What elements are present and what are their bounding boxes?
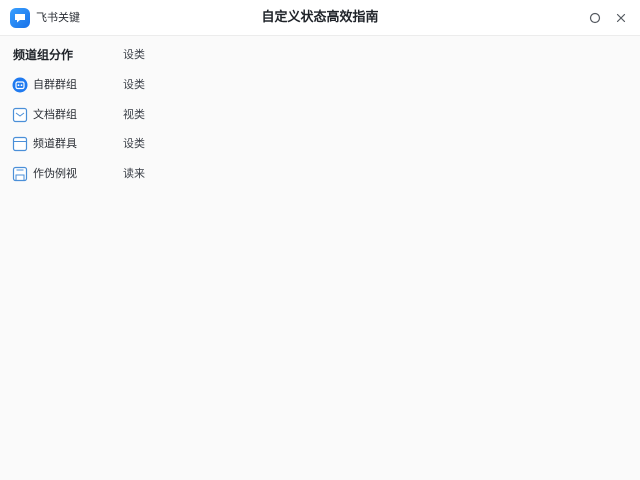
list-header: 频道组分作 设类 (13, 46, 173, 64)
list-item-label: 自群群组 (33, 78, 77, 91)
list-item-right: 读来 (123, 167, 145, 180)
title-bar: 飞书关键 自定义状态高效指南 (0, 0, 640, 36)
app-window: 飞书关键 自定义状态高效指南 频道组分作 设类 自群群组 设类 文档群组 视类 … (0, 0, 640, 480)
main-content: 频道组分作 设类 自群群组 设类 文档群组 视类 频道群具 设类 作伪例视 读来 (0, 36, 640, 480)
list-item-doc-group[interactable]: 文档群组 视类 (12, 105, 182, 125)
save-icon (12, 166, 28, 182)
list-item-label: 作伪例视 (33, 167, 77, 180)
close-icon[interactable] (612, 9, 630, 27)
window-title: 自定义状态高效指南 (261, 10, 379, 25)
list-item-right: 设类 (123, 78, 145, 91)
list-item-right: 视类 (123, 108, 145, 121)
list-item-label: 文档群组 (33, 108, 77, 121)
feishu-logo-icon (10, 8, 30, 28)
list-header-right: 设类 (123, 48, 145, 61)
group-avatar-icon (12, 77, 28, 93)
document-icon (12, 107, 28, 123)
window-icon (12, 136, 28, 152)
app-name: 飞书关键 (36, 11, 80, 24)
list-item-label: 频道群具 (33, 137, 77, 150)
list-item-channel-group[interactable]: 频道群具 设类 (12, 134, 182, 154)
list-item-self-group[interactable]: 自群群组 设类 (12, 75, 182, 95)
circle-icon[interactable] (586, 9, 604, 27)
list-item-example-view[interactable]: 作伪例视 读来 (12, 164, 182, 184)
list-header-title: 频道组分作 (13, 48, 74, 62)
list-item-right: 设类 (123, 137, 145, 150)
